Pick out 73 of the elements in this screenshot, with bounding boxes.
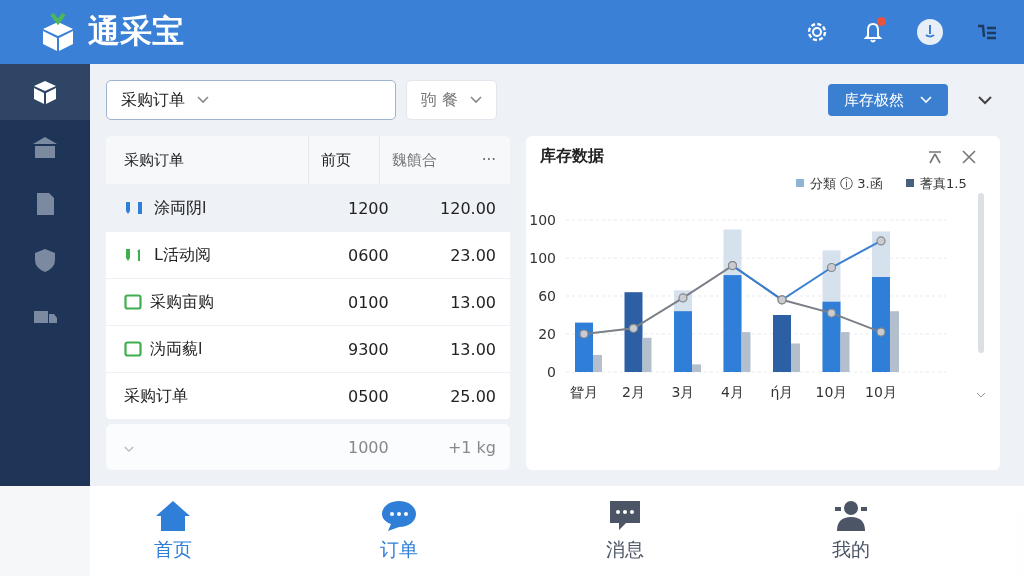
- table-cell-text: 0100: [347, 291, 390, 314]
- axis-label: 10月: [815, 384, 848, 400]
- box-icon: [31, 78, 59, 106]
- table-cell-text: 1000: [347, 436, 390, 459]
- stock-button[interactable]: 库存极然: [828, 84, 948, 116]
- table-cell-text: 0600: [347, 244, 390, 267]
- table-row[interactable]: 采购亩购 0100 13.00: [106, 279, 510, 326]
- filter-dropdown[interactable]: 驹 餐: [406, 80, 498, 120]
- legend-label: 蓍真1.5: [920, 176, 967, 191]
- table-cell: L活动阅: [154, 244, 211, 266]
- legend-label: 分類 ⓘ 3.函: [810, 176, 883, 191]
- close-icon[interactable]: [962, 149, 976, 164]
- data-point: [628, 323, 639, 333]
- axis-label: 60: [538, 288, 556, 304]
- axis-label: 3月: [671, 384, 695, 400]
- app-title: 通采宝: [88, 11, 184, 52]
- table-cell-text: +1 kg: [446, 437, 496, 457]
- avatar-icon[interactable]: [916, 18, 944, 46]
- axis-label: 眢月: [570, 384, 598, 400]
- table-cell-text: 1200: [347, 197, 390, 220]
- nav-tab[interactable]: 首页: [133, 499, 213, 563]
- table-cell: 涂両阴l: [154, 197, 207, 219]
- table-cell: 采购订单: [124, 385, 188, 407]
- table-cell-text: 120.00: [439, 198, 496, 218]
- data-point: [876, 327, 886, 337]
- table-cell: 采购亩购: [150, 291, 214, 313]
- home-icon: [154, 499, 192, 533]
- table-cell-text: 23.00: [449, 245, 496, 265]
- scrollbar[interactable]: [978, 193, 984, 353]
- table-cell-text: 25.00: [449, 386, 496, 406]
- table-row[interactable]: 涂両阴l 1200 120.00: [106, 185, 510, 232]
- legend-swatch: [906, 179, 914, 187]
- chevron-icon: [470, 96, 483, 104]
- chat-icon: [380, 499, 418, 533]
- notification-dot: [877, 17, 886, 26]
- table-row[interactable]: 沩両藐l 9300 13.00: [106, 326, 510, 373]
- data-point: [826, 308, 837, 318]
- table-cell-text: 0500: [347, 385, 390, 408]
- table-cell-text: 13.00: [449, 292, 496, 312]
- axis-label: 2月: [622, 384, 645, 400]
- data-point: [826, 262, 837, 273]
- axis-label: 100: [529, 250, 556, 266]
- axis-label: 20: [538, 326, 556, 342]
- data-point: [876, 236, 886, 246]
- column-header: 魏饙合: [379, 136, 466, 184]
- table-row[interactable]: L活动阅 0600 23.00: [106, 232, 510, 279]
- column-header: 采购订单: [124, 150, 185, 170]
- nav-tab[interactable]: 消息: [585, 499, 665, 563]
- table-cell-text: 9300: [347, 338, 390, 361]
- nav-tab[interactable]: 订单: [359, 499, 439, 563]
- table-cell-text: 13.00: [449, 339, 496, 359]
- chevron-icon: [197, 96, 209, 104]
- axis-label: 0: [547, 364, 556, 380]
- chevron-icon: [124, 445, 134, 453]
- table-cell: 沩両藐l: [150, 338, 203, 360]
- collapse-icon[interactable]: [928, 149, 942, 164]
- axis-label: 10月: [865, 384, 897, 400]
- axis-label: ή月: [770, 384, 794, 400]
- axis-label: 100: [529, 212, 556, 228]
- nav-tab[interactable]: 我的: [811, 499, 891, 563]
- table-row[interactable]: 采购订单 0500 25.00: [106, 373, 510, 420]
- data-point: [579, 329, 589, 339]
- sidebar-item[interactable]: [0, 64, 90, 120]
- order-dropdown[interactable]: 采购订单: [106, 80, 396, 120]
- more-button[interactable]: ···: [466, 151, 496, 169]
- data-point: [678, 293, 688, 303]
- column-header: 前页: [308, 136, 379, 184]
- chart-title: 库存数据: [540, 146, 605, 167]
- person-icon: [832, 499, 870, 533]
- chevron-icon[interactable]: [978, 95, 992, 105]
- legend-swatch: [796, 179, 804, 187]
- chevron-icon: [920, 96, 932, 104]
- axis-label: 4月: [721, 384, 744, 400]
